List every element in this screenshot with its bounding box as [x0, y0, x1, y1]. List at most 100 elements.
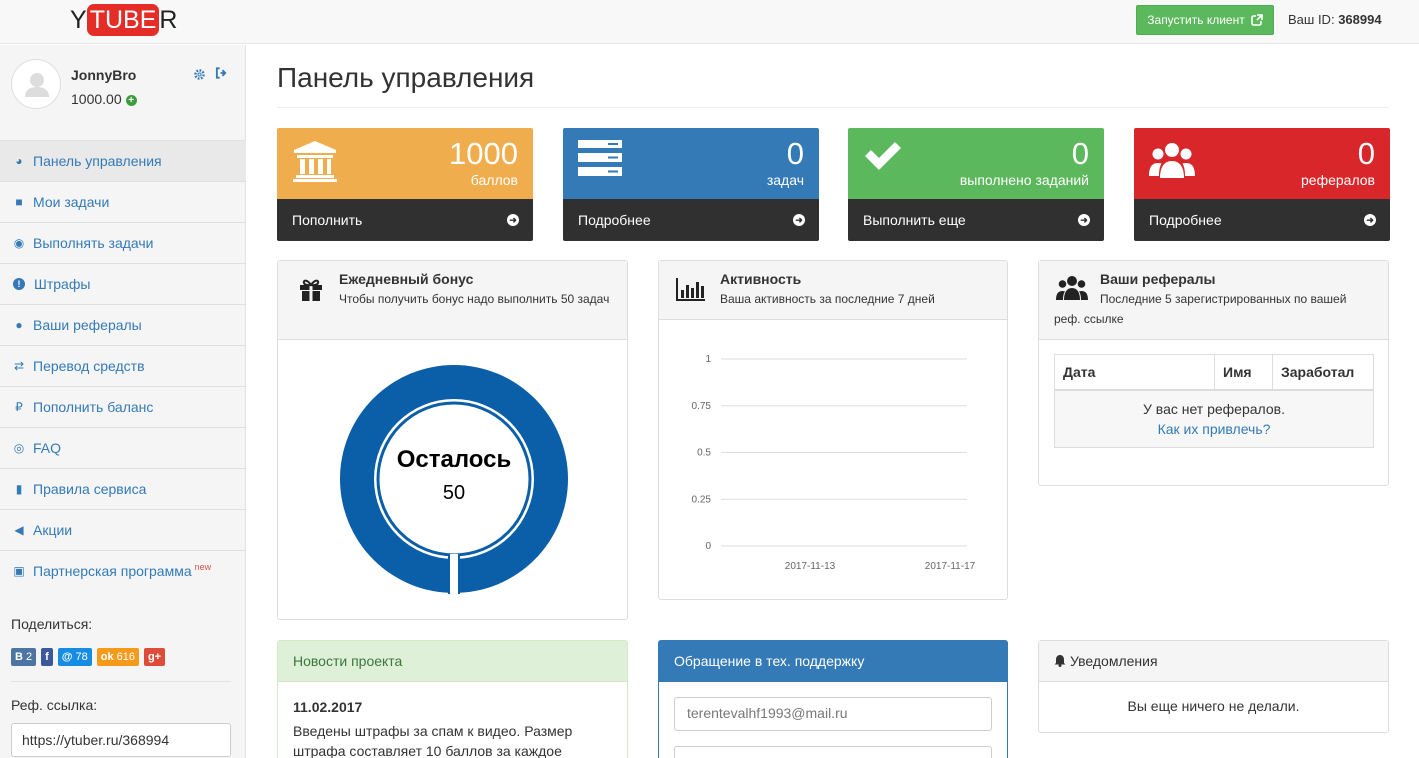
stat-value: 0 — [1071, 136, 1089, 171]
googleplus-icon: g+ — [147, 651, 162, 663]
notifications-title: Уведомления — [1070, 653, 1158, 669]
news-title: Новости проекта — [278, 641, 627, 682]
users-icon: ● — [15, 318, 23, 332]
sidebar-item-label: Панель управления — [33, 153, 162, 169]
arrow-circle-right-icon: ➜ — [793, 214, 805, 226]
share-button-mailru[interactable]: @78 — [57, 648, 92, 666]
stat-label: задач — [766, 172, 804, 188]
share-count: 2 — [25, 651, 33, 663]
support-subject-input[interactable] — [674, 746, 992, 758]
odnoklassniki-icon: ok — [100, 651, 114, 663]
stat-card-top: 0 рефералов — [1134, 128, 1390, 199]
sidebar-item-2[interactable]: ◉ Выполнять задачи — [0, 222, 246, 263]
sidebar: JonnyBro 1000.00 + ◕ Панель управления ■ Мои… — [0, 45, 246, 758]
title-divider — [277, 107, 1389, 108]
user-id-label: Ваш ID: — [1288, 12, 1335, 27]
bonus-remain-value: 50 — [442, 482, 466, 504]
activity-subtitle: Ваша активность за последние 7 дней — [720, 292, 935, 306]
user-balance: 1000.00 + — [71, 91, 137, 107]
y-tick-label: 1 — [705, 354, 711, 365]
daily-bonus-title: Ежедневный бонус — [339, 271, 474, 287]
share-count: 616 — [116, 651, 135, 663]
notifications-empty-text: Вы еще ничего не делали. — [1127, 698, 1300, 714]
how-to-attract-link[interactable]: Как их привлечь? — [1158, 421, 1271, 437]
support-email-input[interactable]: terentevalhf1993@mail.ru — [674, 697, 992, 731]
sidebar-menu: ◕ Панель управления ■ Мои задачи ◉ Выполнять … — [0, 140, 246, 591]
news-body: 11.02.2017 Введены штрафы за спам к виде… — [278, 682, 627, 758]
y-tick-label: 0 — [705, 541, 711, 552]
top-navbar: Y TUBE R Запустить клиент Ваш ID: 368994 — [0, 0, 1419, 44]
stat-card-top: 0 задач — [563, 128, 819, 199]
share-button-facebook[interactable]: f — [41, 648, 53, 666]
sidebar-item-6[interactable]: ₽ Пополнить баланс — [0, 386, 246, 427]
stat-action-link[interactable]: Подробнее ➜ — [1134, 199, 1390, 241]
users-icon — [1149, 140, 1195, 185]
share-button-googleplus[interactable]: g+ — [143, 648, 166, 666]
referrals-table-wrap: Дата Имя Заработал У вас нет рефералов. … — [1054, 354, 1374, 448]
sidebar-item-9[interactable]: ◀ Акции — [0, 509, 246, 550]
bank-icon — [292, 140, 338, 185]
sidebar-item-10[interactable]: ▣ Партнерская программа new — [0, 550, 246, 591]
logo-tube: TUBE — [86, 4, 160, 36]
sidebar-item-7[interactable]: ◎ FAQ — [0, 427, 246, 468]
stat-label: рефералов — [1301, 172, 1375, 188]
money-icon: ▣ — [13, 564, 25, 578]
sidebar-item-label: Мои задачи — [33, 194, 110, 210]
logo-letter-r: R — [159, 6, 178, 34]
x-tick-label: 2017-11-17 — [925, 561, 976, 572]
user-id-value: 368994 — [1338, 12, 1382, 27]
video-camera-icon: ■ — [15, 195, 23, 209]
bar-chart-icon — [676, 278, 705, 301]
notifications-header: Уведомления — [1039, 641, 1388, 682]
sidebar-divider — [11, 681, 231, 682]
stat-action-link[interactable]: Выполнить еще ➜ — [848, 199, 1104, 241]
ref-link-input[interactable] — [11, 723, 231, 757]
sidebar-item-0[interactable]: ◕ Панель управления — [0, 140, 246, 181]
sidebar-item-3[interactable]: ! Штрафы — [0, 263, 246, 304]
x-tick-label: 2017-11-13 — [785, 561, 836, 572]
stat-card-3: 0 рефералов Подробнее ➜ — [1134, 128, 1390, 241]
referrals-title: Ваши рефералы — [1100, 271, 1216, 287]
sidebar-item-8[interactable]: ▮ Правила сервиса — [0, 468, 246, 509]
activity-chart: 1 0.75 0.5 0.25 0 2017-11-13 2017-11-17 — [692, 354, 976, 572]
check-icon — [863, 140, 903, 175]
add-balance-icon[interactable]: + — [125, 95, 137, 106]
stat-action-label: Пополнить — [292, 212, 363, 228]
run-client-button[interactable]: Запустить клиент — [1136, 5, 1274, 35]
page-title: Панель управления — [277, 62, 535, 93]
stat-action-link[interactable]: Подробнее ➜ — [563, 199, 819, 241]
sidebar-item-1[interactable]: ■ Мои задачи — [0, 181, 246, 222]
sidebar-item-5[interactable]: ⇄ Перевод средств — [0, 345, 246, 386]
logo[interactable]: Y TUBE R — [70, 4, 177, 36]
sign-out-icon[interactable] — [215, 67, 228, 82]
sidebar-item-label: Перевод средств — [33, 358, 145, 374]
logo-letter-y: Y — [70, 6, 87, 34]
gear-icon[interactable] — [193, 68, 206, 84]
stat-action-link[interactable]: Пополнить ➜ — [277, 199, 533, 241]
share-button-odnoklassniki[interactable]: ok 616 — [96, 648, 139, 666]
sidebar-item-label: Штрафы — [34, 276, 91, 292]
stat-card-2: 0 выполнено заданий Выполнить еще ➜ — [848, 128, 1104, 241]
user-id: Ваш ID: 368994 — [1288, 12, 1382, 27]
sidebar-item-label: Акции — [33, 522, 73, 538]
sidebar-item-4[interactable]: ● Ваши рефералы — [0, 304, 246, 345]
referrals-subtitle: Последние 5 зарегистрированных по вашей … — [1054, 292, 1347, 326]
vk-icon: B — [15, 651, 23, 663]
bonus-progress-ring — [340, 365, 568, 594]
tachometer-icon: ◕ — [15, 154, 23, 168]
daily-bonus-subtitle: Чтобы получить бонус надо выполнить 50 з… — [339, 292, 610, 306]
activity-header: Активность Ваша активность за последние … — [659, 261, 1007, 320]
col-date: Дата — [1054, 354, 1215, 391]
share-button-vk[interactable]: B2 — [11, 648, 37, 666]
activity-panel: Активность Ваша активность за последние … — [658, 260, 1008, 600]
stat-value: 1000 — [449, 136, 518, 171]
stat-label: выполнено заданий — [959, 172, 1089, 188]
share-count: 78 — [75, 651, 88, 663]
lifebuoy-icon: ◎ — [13, 441, 25, 455]
stat-action-label: Выполнить еще — [863, 212, 966, 228]
daily-bonus-header: Ежедневный бонус Чтобы получить бонус на… — [278, 261, 627, 340]
stat-action-label: Подробнее — [1149, 212, 1222, 228]
avatar[interactable] — [11, 59, 61, 109]
support-title: Обращение в тех. поддержку — [659, 641, 1007, 682]
notifications-panel: Уведомления Вы еще ничего не делали. — [1038, 640, 1389, 733]
